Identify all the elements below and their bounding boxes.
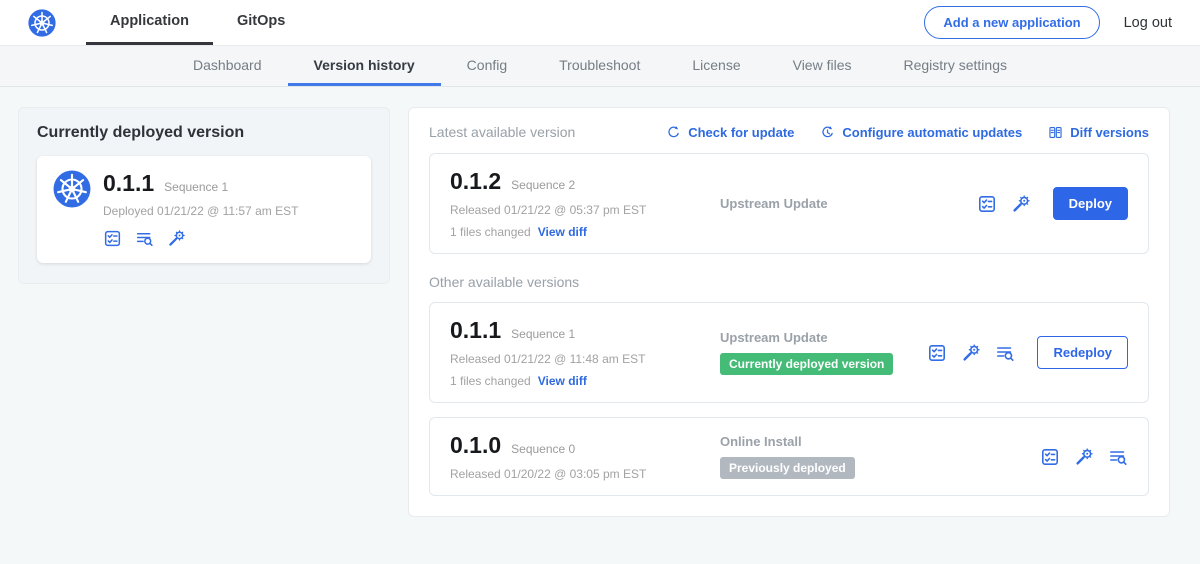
deployed-version-number: 0.1.1	[103, 170, 154, 197]
main-content: Currently deployed version 0.1.1 Sequenc…	[0, 87, 1200, 537]
currently-deployed-badge: Currently deployed version	[720, 353, 893, 375]
preflight-checks-icon[interactable]	[103, 229, 122, 248]
app-subnav: Dashboard Version history Config Trouble…	[0, 46, 1200, 87]
top-tabs: Application GitOps	[86, 0, 309, 45]
diff-versions-icon	[1048, 125, 1063, 140]
configure-auto-updates-label: Configure automatic updates	[842, 125, 1022, 140]
edit-config-icon[interactable]	[167, 229, 186, 248]
version-number: 0.1.2	[450, 168, 501, 195]
kubernetes-logo-icon	[28, 0, 56, 45]
version-card-0-1-1: 0.1.1 Sequence 1 Released 01/21/22 @ 11:…	[429, 302, 1149, 403]
auto-update-clock-icon	[820, 125, 835, 140]
subnav-item-license[interactable]: License	[666, 46, 766, 86]
top-navbar: Application GitOps Add a new application…	[0, 0, 1200, 46]
refresh-icon	[666, 125, 681, 140]
topnav-right: Add a new application Log out	[924, 0, 1172, 45]
deployed-sequence-label: Sequence 1	[164, 180, 228, 194]
redeploy-button[interactable]: Redeploy	[1037, 336, 1128, 369]
configure-auto-updates-link[interactable]: Configure automatic updates	[820, 125, 1022, 140]
version-source-label: Upstream Update	[720, 330, 927, 345]
released-timestamp: Released 01/21/22 @ 11:48 am EST	[450, 352, 712, 366]
diff-versions-link[interactable]: Diff versions	[1048, 125, 1149, 140]
deploy-logs-icon[interactable]	[135, 229, 154, 248]
deployed-version-box: 0.1.1 Sequence 1 Deployed 01/21/22 @ 11:…	[37, 156, 371, 263]
deploy-logs-icon[interactable]	[1108, 447, 1128, 467]
released-timestamp: Released 01/20/22 @ 03:05 pm EST	[450, 467, 712, 481]
preflight-checks-icon[interactable]	[1040, 447, 1060, 467]
tab-application[interactable]: Application	[86, 0, 213, 45]
preflight-checks-icon[interactable]	[977, 194, 997, 214]
deployed-action-icons	[103, 229, 298, 248]
subnav-item-version-history[interactable]: Version history	[288, 46, 441, 86]
deployed-card-title: Currently deployed version	[37, 124, 371, 142]
sequence-label: Sequence 1	[511, 327, 575, 341]
logout-button[interactable]: Log out	[1124, 15, 1172, 31]
check-for-update-link[interactable]: Check for update	[666, 125, 794, 140]
version-source-label: Online Install	[720, 434, 1040, 449]
deployed-timestamp: Deployed 01/21/22 @ 11:57 am EST	[103, 204, 298, 218]
version-card-0-1-2: 0.1.2 Sequence 2 Released 01/21/22 @ 05:…	[429, 153, 1149, 254]
sequence-label: Sequence 0	[511, 442, 575, 456]
version-source-label: Upstream Update	[720, 196, 977, 211]
version-history-panel: Latest available version Check for updat…	[408, 107, 1170, 517]
subnav-item-registry-settings[interactable]: Registry settings	[878, 46, 1033, 86]
currently-deployed-card: Currently deployed version 0.1.1 Sequenc…	[18, 107, 390, 284]
subnav-item-view-files[interactable]: View files	[767, 46, 878, 86]
subnav-item-config[interactable]: Config	[441, 46, 533, 86]
files-changed-label: 1 files changed	[450, 225, 531, 239]
previously-deployed-badge: Previously deployed	[720, 457, 855, 479]
app-icon	[53, 170, 91, 208]
sequence-label: Sequence 2	[511, 178, 575, 192]
released-timestamp: Released 01/21/22 @ 05:37 pm EST	[450, 203, 712, 217]
preflight-checks-icon[interactable]	[927, 343, 947, 363]
view-diff-link[interactable]: View diff	[538, 225, 587, 239]
edit-config-icon[interactable]	[961, 343, 981, 363]
deploy-button[interactable]: Deploy	[1053, 187, 1128, 220]
version-number: 0.1.0	[450, 432, 501, 459]
add-application-button[interactable]: Add a new application	[924, 6, 1099, 39]
tab-gitops[interactable]: GitOps	[213, 0, 309, 45]
diff-versions-label: Diff versions	[1070, 125, 1149, 140]
view-diff-link[interactable]: View diff	[538, 374, 587, 388]
subnav-item-dashboard[interactable]: Dashboard	[167, 46, 288, 86]
check-for-update-label: Check for update	[688, 125, 794, 140]
deploy-logs-icon[interactable]	[995, 343, 1015, 363]
latest-available-heading: Latest available version	[429, 124, 575, 140]
edit-config-icon[interactable]	[1011, 194, 1031, 214]
version-card-0-1-0: 0.1.0 Sequence 0 Released 01/20/22 @ 03:…	[429, 417, 1149, 496]
panel-actions: Check for update Configure automatic upd…	[666, 125, 1149, 140]
files-changed-label: 1 files changed	[450, 374, 531, 388]
other-versions-heading: Other available versions	[429, 274, 1149, 290]
edit-config-icon[interactable]	[1074, 447, 1094, 467]
version-number: 0.1.1	[450, 317, 501, 344]
subnav-item-troubleshoot[interactable]: Troubleshoot	[533, 46, 666, 86]
